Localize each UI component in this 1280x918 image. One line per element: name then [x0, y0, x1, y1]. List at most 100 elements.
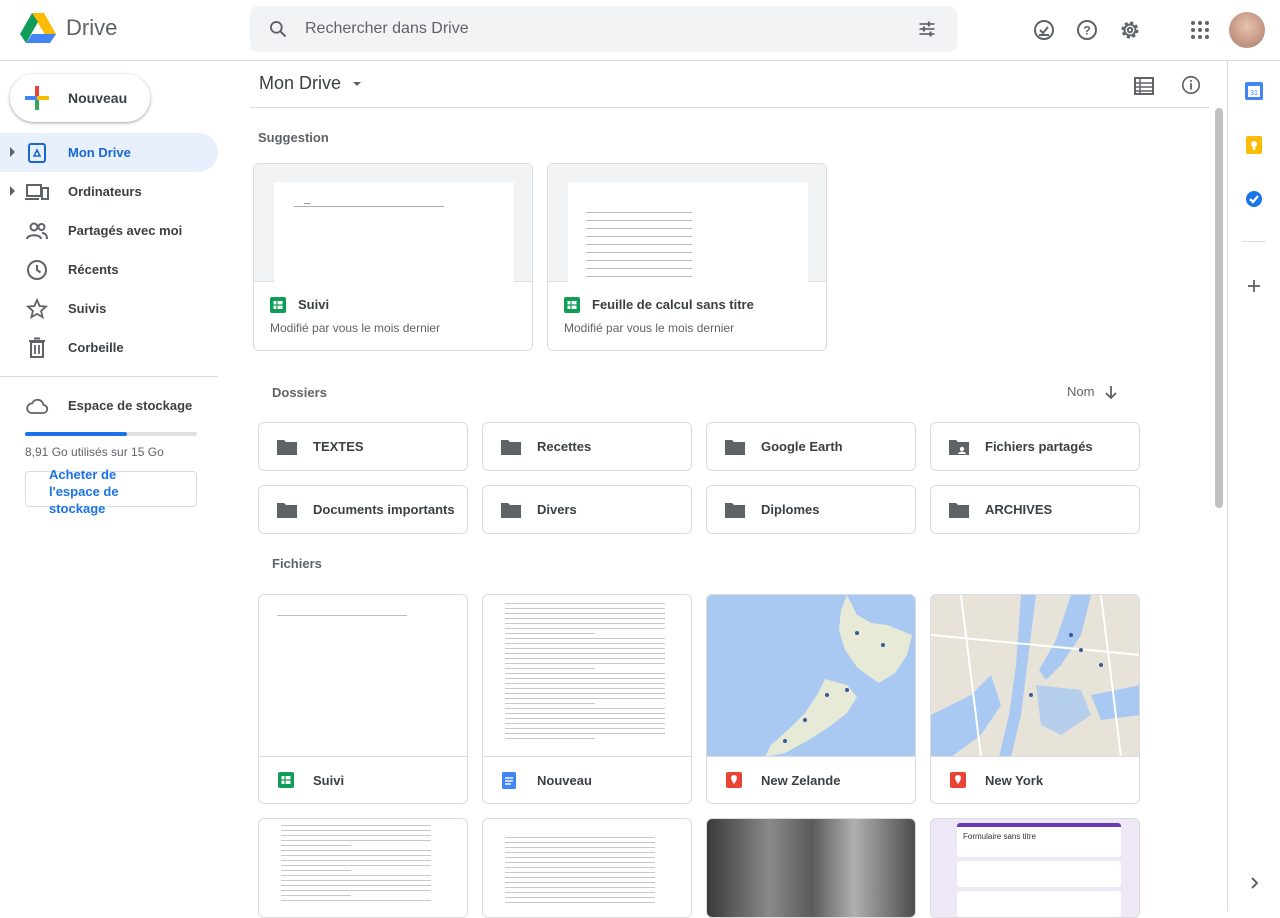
page-title[interactable]: Mon Drive [259, 73, 362, 94]
file-card[interactable]: New York [930, 594, 1140, 804]
folder-card[interactable]: ARCHIVES [930, 485, 1140, 534]
sort-by-name[interactable]: Nom [1067, 384, 1118, 399]
text-line [505, 608, 665, 609]
sidebar-item-computers[interactable]: Ordinateurs [0, 172, 218, 211]
map-preview-new-york [931, 595, 1139, 756]
help-icon[interactable]: ? [1075, 18, 1099, 42]
text-line [505, 618, 665, 619]
folder-card[interactable]: Google Earth [706, 422, 916, 471]
text-line [505, 887, 655, 888]
drive-logo[interactable]: Drive [20, 12, 117, 44]
side-panel: 31 [1227, 61, 1280, 911]
folder-icon [725, 439, 745, 455]
folder-icon [725, 502, 745, 518]
file-card[interactable] [706, 818, 916, 918]
expand-caret-icon[interactable] [10, 186, 15, 196]
form-question-card [957, 861, 1121, 887]
sidebar-item-shared[interactable]: Partagés avec moi [0, 211, 218, 250]
folder-name: Documents importants [313, 502, 455, 517]
storage-label[interactable]: Espace de stockage [68, 398, 192, 413]
text-line [281, 900, 431, 901]
calendar-icon[interactable]: 31 [1242, 79, 1266, 103]
photo-thumbnail [707, 819, 915, 917]
star-icon [25, 297, 49, 320]
sidebar-item-trash[interactable]: Corbeille [0, 328, 218, 367]
suggestion-meta: Modifié par vous le mois dernier [564, 321, 735, 335]
search-bar[interactable] [250, 6, 957, 52]
new-button[interactable]: Nouveau [10, 74, 150, 122]
text-line [281, 860, 431, 861]
expand-caret-icon[interactable] [10, 147, 15, 157]
sidebar-item-my-drive[interactable]: Mon Drive [0, 133, 218, 172]
file-card[interactable]: New Zelande [706, 594, 916, 804]
text-line [505, 733, 665, 734]
text-line [281, 855, 431, 856]
computers-icon [25, 184, 49, 200]
tasks-icon[interactable] [1242, 187, 1266, 211]
text-line [505, 728, 665, 729]
folder-card[interactable]: Fichiers partagés [930, 422, 1140, 471]
text-line [505, 688, 665, 689]
search-options-icon[interactable] [916, 19, 938, 39]
search-input[interactable] [305, 6, 865, 52]
text-line [505, 862, 655, 863]
sidebar-item-label: Mon Drive [68, 145, 131, 160]
maps-icon [950, 772, 966, 788]
folder-card[interactable]: TEXTES [258, 422, 468, 471]
map-thumbnail [707, 595, 915, 757]
settings-icon[interactable] [1118, 18, 1142, 42]
form-title: Formulaire sans titre [963, 832, 1036, 841]
sidebar-divider [0, 376, 218, 377]
text-line [281, 890, 431, 891]
offline-check-icon[interactable] [1032, 18, 1056, 42]
file-card[interactable] [482, 818, 692, 918]
search-icon[interactable] [268, 19, 288, 39]
file-preview [254, 164, 532, 282]
file-card[interactable]: Nouveau [482, 594, 692, 804]
folder-icon [277, 439, 297, 455]
top-bar: Drive ? [0, 0, 1280, 61]
suggestion-card[interactable]: Suivi Modifié par vous le mois dernier [253, 163, 533, 351]
text-line [505, 703, 595, 704]
main-scrollbar[interactable] [1215, 108, 1223, 508]
sheet-preview [568, 182, 808, 282]
text-line [281, 845, 351, 846]
clock-icon [27, 260, 47, 280]
folder-card[interactable]: Documents importants [258, 485, 468, 534]
folder-name: Fichiers partagés [985, 439, 1093, 454]
file-card[interactable]: Formulaire sans titre [930, 818, 1140, 918]
add-addon-icon[interactable] [1242, 274, 1266, 298]
folder-card[interactable]: Divers [482, 485, 692, 534]
file-name: New Zelande [761, 773, 841, 788]
suggestion-card[interactable]: Feuille de calcul sans titre Modifié par… [547, 163, 827, 351]
text-line [505, 698, 665, 699]
buy-storage-button[interactable]: Acheter de l'espace de stockage [25, 467, 197, 516]
avatar[interactable] [1229, 12, 1265, 48]
folder-card[interactable]: Recettes [482, 422, 692, 471]
text-line [505, 708, 665, 709]
file-card[interactable] [258, 818, 468, 918]
folder-card[interactable]: Diplomes [706, 485, 916, 534]
text-line [505, 738, 595, 739]
arrow-down-icon[interactable] [1104, 385, 1118, 399]
text-line [505, 718, 665, 719]
suggestion-name: Feuille de calcul sans titre [592, 297, 754, 312]
text-line [505, 897, 655, 898]
info-icon[interactable] [1180, 74, 1202, 96]
svg-text:31: 31 [1250, 90, 1258, 97]
sidebar-item-starred[interactable]: Suivis [0, 289, 218, 328]
form-question-card [957, 891, 1121, 917]
list-view-icon[interactable] [1134, 77, 1154, 95]
text-line [281, 825, 431, 826]
storage-bar [25, 432, 197, 436]
apps-grid-icon[interactable] [1188, 18, 1212, 42]
text-line [505, 628, 665, 629]
text-line [505, 683, 665, 684]
svg-text:?: ? [1083, 24, 1090, 38]
folder-icon [277, 502, 297, 518]
keep-icon[interactable] [1242, 133, 1266, 157]
text-line [505, 678, 665, 679]
sidebar-item-recent[interactable]: Récents [0, 250, 218, 289]
chevron-right-icon[interactable] [1242, 871, 1266, 895]
file-card[interactable]: Suivi [258, 594, 468, 804]
